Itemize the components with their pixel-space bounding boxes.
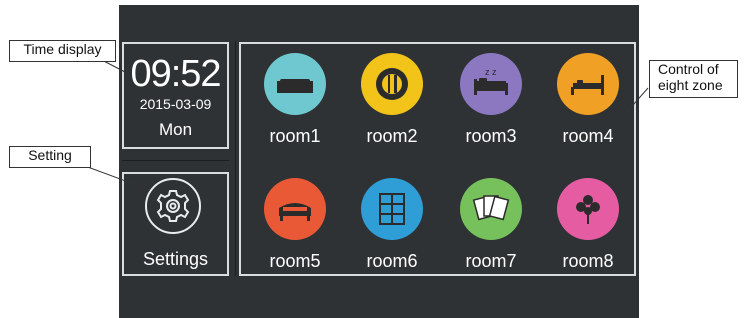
callout-setting: Setting	[9, 146, 91, 168]
callout-time-display: Time display	[9, 40, 116, 62]
callout-time-display-text: Time display	[23, 41, 102, 57]
callout-control-line2: eight zone	[658, 77, 723, 93]
callout-control-line1: Control of	[658, 61, 719, 77]
callout-setting-text: Setting	[28, 147, 72, 163]
callout-control: Control of eight zone	[649, 60, 738, 98]
